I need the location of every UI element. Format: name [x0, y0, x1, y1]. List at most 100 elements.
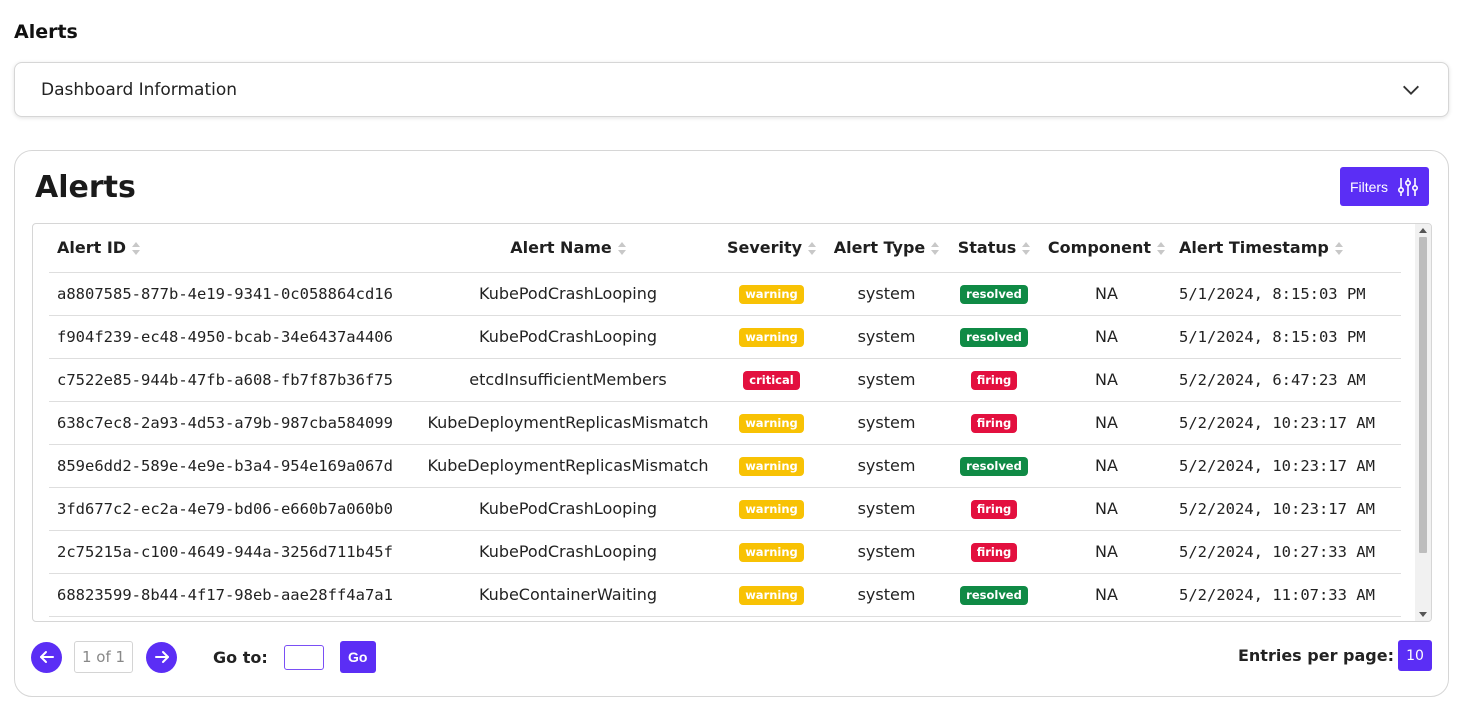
cell-alert-type: system [829, 530, 944, 574]
column-header-component[interactable]: Component [1044, 224, 1169, 273]
alerts-table-container[interactable]: Alert ID Alert Name Severity Alert Type … [32, 223, 1432, 622]
table-row[interactable]: 68823599-8b44-4f17-98eb-aae28ff4a7a1 Kub… [49, 573, 1401, 617]
status-badge: firing [970, 542, 1018, 563]
cell-alert-type: system [829, 573, 944, 617]
table-row[interactable]: f904f239-ec48-4950-bcab-34e6437a4406 Kub… [49, 315, 1401, 359]
table-row[interactable]: 859e6dd2-589e-4e9e-b3a4-954e169a067d Kub… [49, 444, 1401, 488]
cell-alert-name: KubePodCrashLooping [422, 315, 714, 359]
table-header-row: Alert ID Alert Name Severity Alert Type … [49, 224, 1401, 273]
cell-alert-type: system [829, 444, 944, 488]
column-header-alert-id[interactable]: Alert ID [49, 224, 422, 273]
column-header-status[interactable]: Status [944, 224, 1044, 273]
chevron-down-icon[interactable] [1400, 79, 1422, 101]
cell-alert-id: f904f239-ec48-4950-bcab-34e6437a4406 [49, 315, 422, 359]
column-header-alert-type[interactable]: Alert Type [829, 224, 944, 273]
filters-label: Filters [1349, 178, 1389, 195]
sort-icon[interactable] [1157, 242, 1166, 256]
entries-per-page: Entries per page: 10 [1238, 640, 1432, 671]
severity-badge: warning [739, 542, 804, 563]
severity-badge: warning [739, 499, 804, 520]
previous-page-button[interactable] [31, 641, 62, 673]
dashboard-information-accordion[interactable]: Dashboard Information [14, 62, 1449, 117]
alerts-card: Alerts Filters Alert ID Alert Name Sever… [14, 150, 1449, 697]
table-row[interactable]: c7522e85-944b-47fb-a608-fb7f87b36f75 etc… [49, 358, 1401, 402]
cell-alert-name: KubeDeploymentReplicasMismatch [422, 444, 714, 488]
status-badge: firing [970, 413, 1018, 434]
page-indicator: 1 of 1 [74, 641, 133, 673]
cell-alert-type: system [829, 315, 944, 359]
table-row[interactable]: 2c75215a-c100-4649-944a-3256d711b45f Kub… [49, 530, 1401, 574]
cell-component: NA [1044, 315, 1169, 359]
arrow-left-icon [39, 651, 54, 663]
table-row[interactable]: 638c7ec8-2a93-4d53-a79b-987cba584099 Kub… [49, 401, 1401, 445]
scrollbar-thumb[interactable] [1419, 237, 1427, 553]
cell-alert-timestamp: 5/2/2024, 10:23:17 AM [1169, 487, 1401, 531]
cell-alert-type: system [829, 358, 944, 402]
status-badge: resolved [960, 585, 1028, 606]
goto-page-input[interactable] [283, 644, 324, 670]
dashboard-information-label: Dashboard Information [41, 79, 238, 100]
cell-alert-name: KubeDeploymentReplicasMismatch [422, 401, 714, 445]
table-row[interactable]: 3fd677c2-ec2a-4e79-bd06-e660b7a060b0 Kub… [49, 487, 1401, 531]
vertical-scrollbar[interactable] [1415, 224, 1431, 621]
sort-icon[interactable] [808, 242, 817, 256]
entries-per-page-select[interactable]: 10 [1398, 640, 1432, 671]
status-badge: resolved [960, 284, 1028, 305]
column-header-severity[interactable]: Severity [714, 224, 829, 273]
cell-alert-timestamp: 5/2/2024, 10:23:17 AM [1169, 444, 1401, 488]
cell-alert-timestamp: 5/1/2024, 8:15:03 PM [1169, 272, 1401, 316]
status-badge: firing [970, 370, 1018, 391]
cell-component: NA [1044, 401, 1169, 445]
cell-component: NA [1044, 573, 1169, 617]
severity-badge: warning [739, 413, 804, 434]
entries-per-page-label: Entries per page: [1237, 646, 1394, 665]
status-badge: resolved [960, 456, 1028, 477]
go-button[interactable]: Go [339, 641, 376, 673]
cell-alert-name: KubePodCrashLooping [422, 272, 714, 316]
scroll-down-icon[interactable] [1419, 612, 1427, 617]
cell-component: NA [1044, 444, 1169, 488]
table-row[interactable]: a8807585-877b-4e19-9341-0c058864cd16 Kub… [49, 272, 1401, 316]
cell-alert-timestamp: 5/1/2024, 8:15:03 PM [1169, 315, 1401, 359]
cell-alert-id: 68823599-8b44-4f17-98eb-aae28ff4a7a1 [49, 573, 422, 617]
sort-icon[interactable] [132, 242, 141, 256]
sort-icon[interactable] [617, 242, 626, 256]
cell-alert-id: c7522e85-944b-47fb-a608-fb7f87b36f75 [49, 358, 422, 402]
next-page-button[interactable] [146, 641, 177, 673]
severity-badge: critical [743, 370, 800, 391]
cell-alert-type: system [829, 487, 944, 531]
cell-alert-id: 638c7ec8-2a93-4d53-a79b-987cba584099 [49, 401, 422, 445]
sort-icon[interactable] [1022, 242, 1031, 256]
cell-alert-id: 3fd677c2-ec2a-4e79-bd06-e660b7a060b0 [49, 487, 422, 531]
scroll-up-icon[interactable] [1419, 228, 1427, 233]
cell-component: NA [1044, 358, 1169, 402]
cell-alert-timestamp: 5/2/2024, 10:23:17 AM [1169, 401, 1401, 445]
cell-component: NA [1044, 530, 1169, 574]
cell-alert-name: KubePodCrashLooping [422, 530, 714, 574]
status-badge: resolved [960, 327, 1028, 348]
pagination: 1 of 1 Go to: Go [31, 640, 376, 674]
cell-component: NA [1044, 272, 1169, 316]
column-header-alert-name[interactable]: Alert Name [422, 224, 714, 273]
cell-component: NA [1044, 487, 1169, 531]
column-header-alert-timestamp[interactable]: Alert Timestamp [1169, 224, 1401, 273]
goto-label: Go to: [213, 647, 268, 667]
cell-alert-name: etcdInsufficientMembers [422, 358, 714, 402]
sort-icon[interactable] [931, 242, 940, 256]
cell-alert-id: a8807585-877b-4e19-9341-0c058864cd16 [49, 272, 422, 316]
severity-badge: warning [739, 284, 804, 305]
cell-alert-name: KubePodCrashLooping [422, 487, 714, 531]
cell-alert-id: 2c75215a-c100-4649-944a-3256d711b45f [49, 530, 422, 574]
alerts-table: Alert ID Alert Name Severity Alert Type … [49, 224, 1401, 617]
alerts-card-title: Alerts [35, 170, 136, 205]
cell-alert-timestamp: 5/2/2024, 11:07:33 AM [1169, 573, 1401, 617]
page-title: Alerts [14, 21, 78, 43]
status-badge: firing [970, 499, 1018, 520]
filters-button[interactable]: Filters [1340, 167, 1429, 206]
cell-alert-type: system [829, 272, 944, 316]
severity-badge: warning [739, 585, 804, 606]
sort-icon[interactable] [1334, 242, 1343, 256]
cell-alert-name: KubeContainerWaiting [422, 573, 714, 617]
cell-alert-type: system [829, 401, 944, 445]
cell-alert-id: 859e6dd2-589e-4e9e-b3a4-954e169a067d [49, 444, 422, 488]
